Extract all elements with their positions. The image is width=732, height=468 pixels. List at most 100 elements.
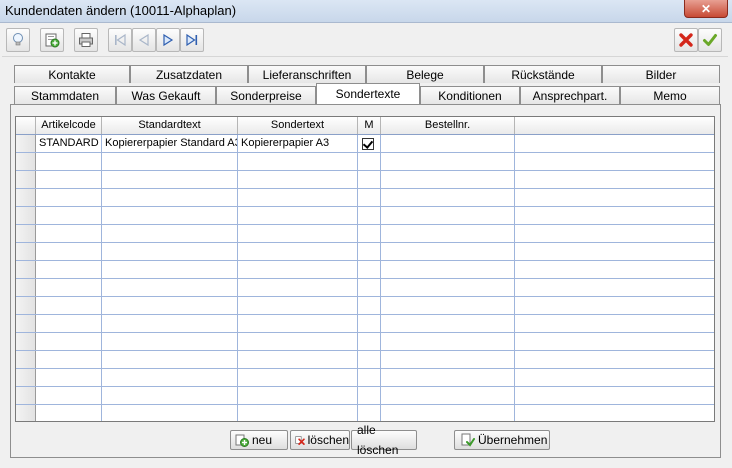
grid-cell[interactable]	[238, 153, 358, 170]
grid-cell[interactable]	[381, 153, 515, 170]
grid-cell[interactable]	[36, 351, 102, 368]
grid-cell[interactable]	[515, 369, 714, 386]
grid-cell[interactable]	[358, 189, 381, 206]
table-row-empty[interactable]	[16, 171, 714, 189]
table-row-empty[interactable]	[16, 225, 714, 243]
grid-cell[interactable]	[381, 387, 515, 404]
grid-cell[interactable]	[358, 153, 381, 170]
grid-cell[interactable]	[238, 387, 358, 404]
grid-cell[interactable]	[358, 261, 381, 278]
grid-cell[interactable]	[102, 387, 238, 404]
table-row-empty[interactable]	[16, 351, 714, 369]
grid-cell[interactable]	[515, 189, 714, 206]
cell-standardtext[interactable]: Kopiererpapier Standard A3	[102, 135, 238, 152]
grid-cell[interactable]	[238, 225, 358, 242]
grid-cell[interactable]	[381, 297, 515, 314]
grid-cell[interactable]	[102, 225, 238, 242]
grid-cell[interactable]	[358, 351, 381, 368]
tab-ansprechpartner[interactable]: Ansprechpart.	[520, 86, 620, 104]
grid-cell[interactable]	[381, 279, 515, 296]
grid-cell[interactable]	[515, 171, 714, 188]
grid-cell[interactable]	[358, 297, 381, 314]
delete-button[interactable]: löschen	[290, 430, 350, 450]
print-button[interactable]	[74, 28, 98, 52]
row-header[interactable]	[16, 225, 36, 242]
table-row-empty[interactable]	[16, 207, 714, 225]
grid-cell[interactable]	[515, 387, 714, 404]
grid-cell[interactable]	[36, 333, 102, 350]
grid-cell[interactable]	[36, 387, 102, 404]
grid-cell[interactable]	[381, 333, 515, 350]
cell-bestellnr[interactable]	[381, 135, 515, 152]
table-row-empty[interactable]	[16, 333, 714, 351]
add-record-button[interactable]	[40, 28, 64, 52]
grid-cell[interactable]	[102, 351, 238, 368]
row-header[interactable]	[16, 333, 36, 350]
row-header[interactable]	[16, 153, 36, 170]
grid-cell[interactable]	[358, 333, 381, 350]
grid-cell[interactable]	[381, 315, 515, 332]
grid-cell[interactable]	[102, 261, 238, 278]
grid-cell[interactable]	[238, 189, 358, 206]
grid-cell[interactable]	[238, 405, 358, 421]
grid-cell[interactable]	[515, 153, 714, 170]
last-record-button[interactable]	[180, 28, 204, 52]
grid-cell[interactable]	[358, 369, 381, 386]
grid-cell[interactable]	[102, 297, 238, 314]
first-record-button[interactable]	[108, 28, 132, 52]
tab-rueckstaende[interactable]: Rückstände	[484, 65, 602, 83]
table-row-empty[interactable]	[16, 279, 714, 297]
tab-kontakte[interactable]: Kontakte	[14, 65, 130, 83]
tab-memo[interactable]: Memo	[620, 86, 720, 104]
row-header[interactable]	[16, 189, 36, 206]
grid-cell[interactable]	[381, 243, 515, 260]
grid-cell[interactable]	[36, 225, 102, 242]
grid-cell[interactable]	[381, 261, 515, 278]
grid-cell[interactable]	[515, 315, 714, 332]
table-row-empty[interactable]	[16, 153, 714, 171]
tab-zusatzdaten[interactable]: Zusatzdaten	[130, 65, 248, 83]
grid-cell[interactable]	[515, 405, 714, 421]
tab-sondertexte[interactable]: Sondertexte	[316, 83, 420, 104]
table-row-empty[interactable]	[16, 243, 714, 261]
grid-cell[interactable]	[515, 297, 714, 314]
grid-cell[interactable]	[36, 207, 102, 224]
column-header-artikelcode[interactable]: Artikelcode	[36, 117, 102, 134]
row-header[interactable]	[16, 405, 36, 421]
row-header[interactable]	[16, 261, 36, 278]
window-close-button[interactable]: ✕	[684, 0, 728, 18]
apply-button[interactable]: Übernehmen	[454, 430, 550, 450]
grid-cell[interactable]	[102, 333, 238, 350]
confirm-button[interactable]	[698, 28, 722, 52]
grid-cell[interactable]	[36, 279, 102, 296]
tab-belege[interactable]: Belege	[366, 65, 484, 83]
cell-sondertext[interactable]: Kopiererpapier A3	[238, 135, 358, 152]
row-header[interactable]	[16, 369, 36, 386]
row-header[interactable]	[16, 297, 36, 314]
hint-button[interactable]	[6, 28, 30, 52]
grid-cell[interactable]	[358, 243, 381, 260]
grid-cell[interactable]	[381, 171, 515, 188]
grid-cell[interactable]	[238, 171, 358, 188]
new-button[interactable]: neu	[230, 430, 288, 450]
row-header[interactable]	[16, 243, 36, 260]
grid-cell[interactable]	[36, 171, 102, 188]
grid-cell[interactable]	[102, 315, 238, 332]
tab-lieferanschriften[interactable]: Lieferanschriften	[248, 65, 366, 83]
cell-artikelcode[interactable]: STANDARD	[36, 135, 102, 152]
row-header[interactable]	[16, 135, 36, 152]
grid-cell[interactable]	[36, 189, 102, 206]
table-row-empty[interactable]	[16, 261, 714, 279]
grid-cell[interactable]	[102, 171, 238, 188]
grid-cell[interactable]	[238, 297, 358, 314]
row-header[interactable]	[16, 351, 36, 368]
m-checkbox[interactable]	[362, 138, 374, 150]
grid-cell[interactable]	[358, 207, 381, 224]
grid-cell[interactable]	[102, 369, 238, 386]
tab-sonderpreise[interactable]: Sonderpreise	[216, 86, 316, 104]
grid-cell[interactable]	[358, 171, 381, 188]
tab-stammdaten[interactable]: Stammdaten	[14, 86, 116, 104]
grid-cell[interactable]	[238, 369, 358, 386]
delete-all-button[interactable]: alle löschen	[351, 423, 417, 457]
table-row-empty[interactable]	[16, 189, 714, 207]
